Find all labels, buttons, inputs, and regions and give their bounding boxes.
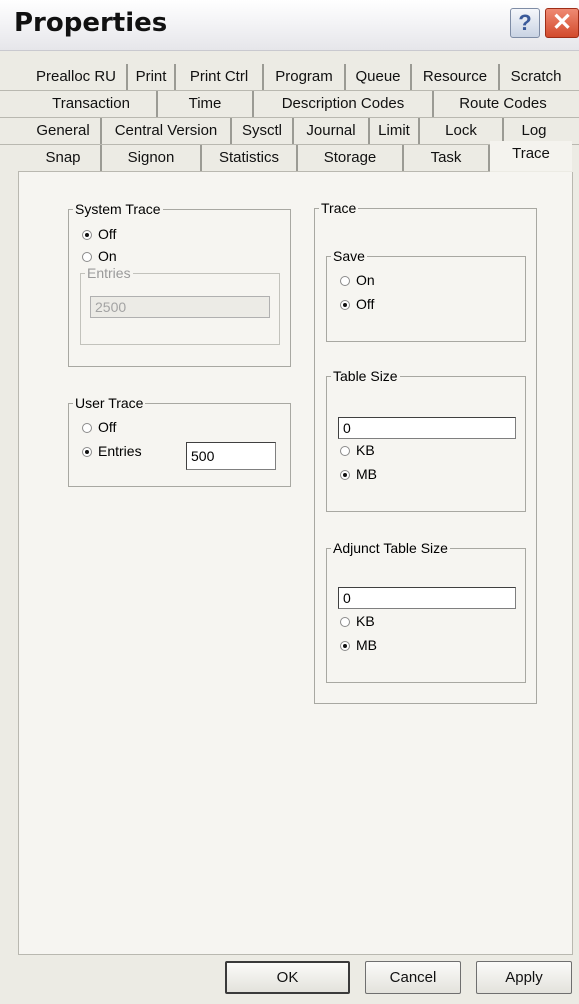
table-size-mb-label: MB bbox=[356, 466, 377, 482]
table-size-title: Table Size bbox=[333, 368, 398, 384]
adjunct-table-size-kb-radio[interactable]: KB bbox=[340, 612, 375, 630]
save-off-radio[interactable]: Off bbox=[340, 295, 374, 313]
adjunct-table-size-title: Adjunct Table Size bbox=[333, 540, 448, 556]
radio-selected-icon bbox=[82, 447, 92, 457]
user-trace-entries-input[interactable]: 500 bbox=[186, 442, 276, 470]
adjunct-table-size-kb-label: KB bbox=[356, 613, 375, 629]
system-trace-off-label: Off bbox=[98, 226, 117, 242]
help-button[interactable]: ? bbox=[510, 8, 540, 38]
tab-resource[interactable]: Resource bbox=[412, 64, 500, 90]
apply-button[interactable]: Apply bbox=[476, 961, 572, 994]
tab-print[interactable]: Print bbox=[128, 64, 176, 90]
radio-selected-icon bbox=[340, 470, 350, 480]
tab-statistics[interactable]: Statistics bbox=[202, 145, 298, 171]
save-on-radio[interactable]: On bbox=[340, 271, 375, 289]
radio-selected-icon bbox=[340, 641, 350, 651]
dialog-title: Properties bbox=[14, 8, 168, 38]
user-trace-title: User Trace bbox=[75, 395, 144, 411]
system-trace-title: System Trace bbox=[75, 201, 161, 217]
tab-limit[interactable]: Limit bbox=[370, 118, 420, 144]
radio-unselected-icon bbox=[340, 446, 350, 456]
user-trace-off-label: Off bbox=[98, 419, 117, 435]
tab-route-codes[interactable]: Route Codes bbox=[434, 91, 572, 117]
radio-unselected-icon bbox=[82, 423, 92, 433]
tab-task[interactable]: Task bbox=[404, 145, 490, 171]
save-title: Save bbox=[333, 248, 365, 264]
close-button[interactable]: ✕ bbox=[545, 8, 579, 38]
adjunct-table-size-mb-radio[interactable]: MB bbox=[340, 636, 377, 654]
tab-scratch[interactable]: Scratch bbox=[500, 64, 572, 90]
tab-print-ctrl[interactable]: Print Ctrl bbox=[176, 64, 264, 90]
tab-sysctl[interactable]: Sysctl bbox=[232, 118, 294, 144]
table-size-group: Table Size bbox=[326, 368, 526, 512]
ok-button[interactable]: OK bbox=[225, 961, 350, 994]
tab-general[interactable]: General bbox=[26, 118, 102, 144]
tab-program[interactable]: Program bbox=[264, 64, 346, 90]
tab-prealloc-ru[interactable]: Prealloc RU bbox=[26, 64, 128, 90]
user-trace-off-radio[interactable]: Off bbox=[82, 418, 116, 436]
system-trace-entries-label: Entries bbox=[87, 265, 131, 281]
tab-signon[interactable]: Signon bbox=[102, 145, 202, 171]
tab-snap[interactable]: Snap bbox=[26, 145, 102, 171]
tab-description-codes[interactable]: Description Codes bbox=[254, 91, 434, 117]
adjunct-table-size-input[interactable]: 0 bbox=[338, 587, 516, 609]
tab-transaction[interactable]: Transaction bbox=[26, 91, 158, 117]
save-off-label: Off bbox=[356, 296, 375, 312]
save-on-label: On bbox=[356, 272, 375, 288]
user-trace-group: User Trace bbox=[68, 395, 291, 487]
radio-unselected-icon bbox=[340, 617, 350, 627]
system-trace-on-radio[interactable]: On bbox=[82, 247, 117, 265]
system-trace-entries-input[interactable]: 2500 bbox=[90, 296, 270, 318]
table-size-mb-radio[interactable]: MB bbox=[340, 465, 377, 483]
adjunct-table-size-mb-label: MB bbox=[356, 637, 377, 653]
tab-queue[interactable]: Queue bbox=[346, 64, 412, 90]
tab-journal[interactable]: Journal bbox=[294, 118, 370, 144]
user-trace-entries-radio[interactable]: Entries bbox=[82, 442, 142, 460]
table-size-input[interactable]: 0 bbox=[338, 417, 516, 439]
user-trace-entries-label: Entries bbox=[98, 443, 142, 459]
tab-central-version[interactable]: Central Version bbox=[102, 118, 232, 144]
radio-selected-icon bbox=[340, 300, 350, 310]
table-size-kb-label: KB bbox=[356, 442, 375, 458]
system-trace-on-label: On bbox=[98, 248, 117, 264]
tab-time[interactable]: Time bbox=[158, 91, 254, 117]
system-trace-off-radio[interactable]: Off bbox=[82, 225, 116, 243]
title-bar: Properties ? ✕ bbox=[0, 0, 579, 51]
cancel-button[interactable]: Cancel bbox=[365, 961, 461, 994]
radio-unselected-icon bbox=[82, 252, 92, 262]
radio-selected-icon bbox=[82, 230, 92, 240]
tab-trace[interactable]: Trace bbox=[490, 141, 572, 171]
trace-title: Trace bbox=[321, 200, 357, 216]
table-size-kb-radio[interactable]: KB bbox=[340, 441, 375, 459]
properties-dialog: Properties ? ✕ Prealloc RU Print Print C… bbox=[0, 0, 579, 1004]
tab-storage[interactable]: Storage bbox=[298, 145, 404, 171]
radio-unselected-icon bbox=[340, 276, 350, 286]
